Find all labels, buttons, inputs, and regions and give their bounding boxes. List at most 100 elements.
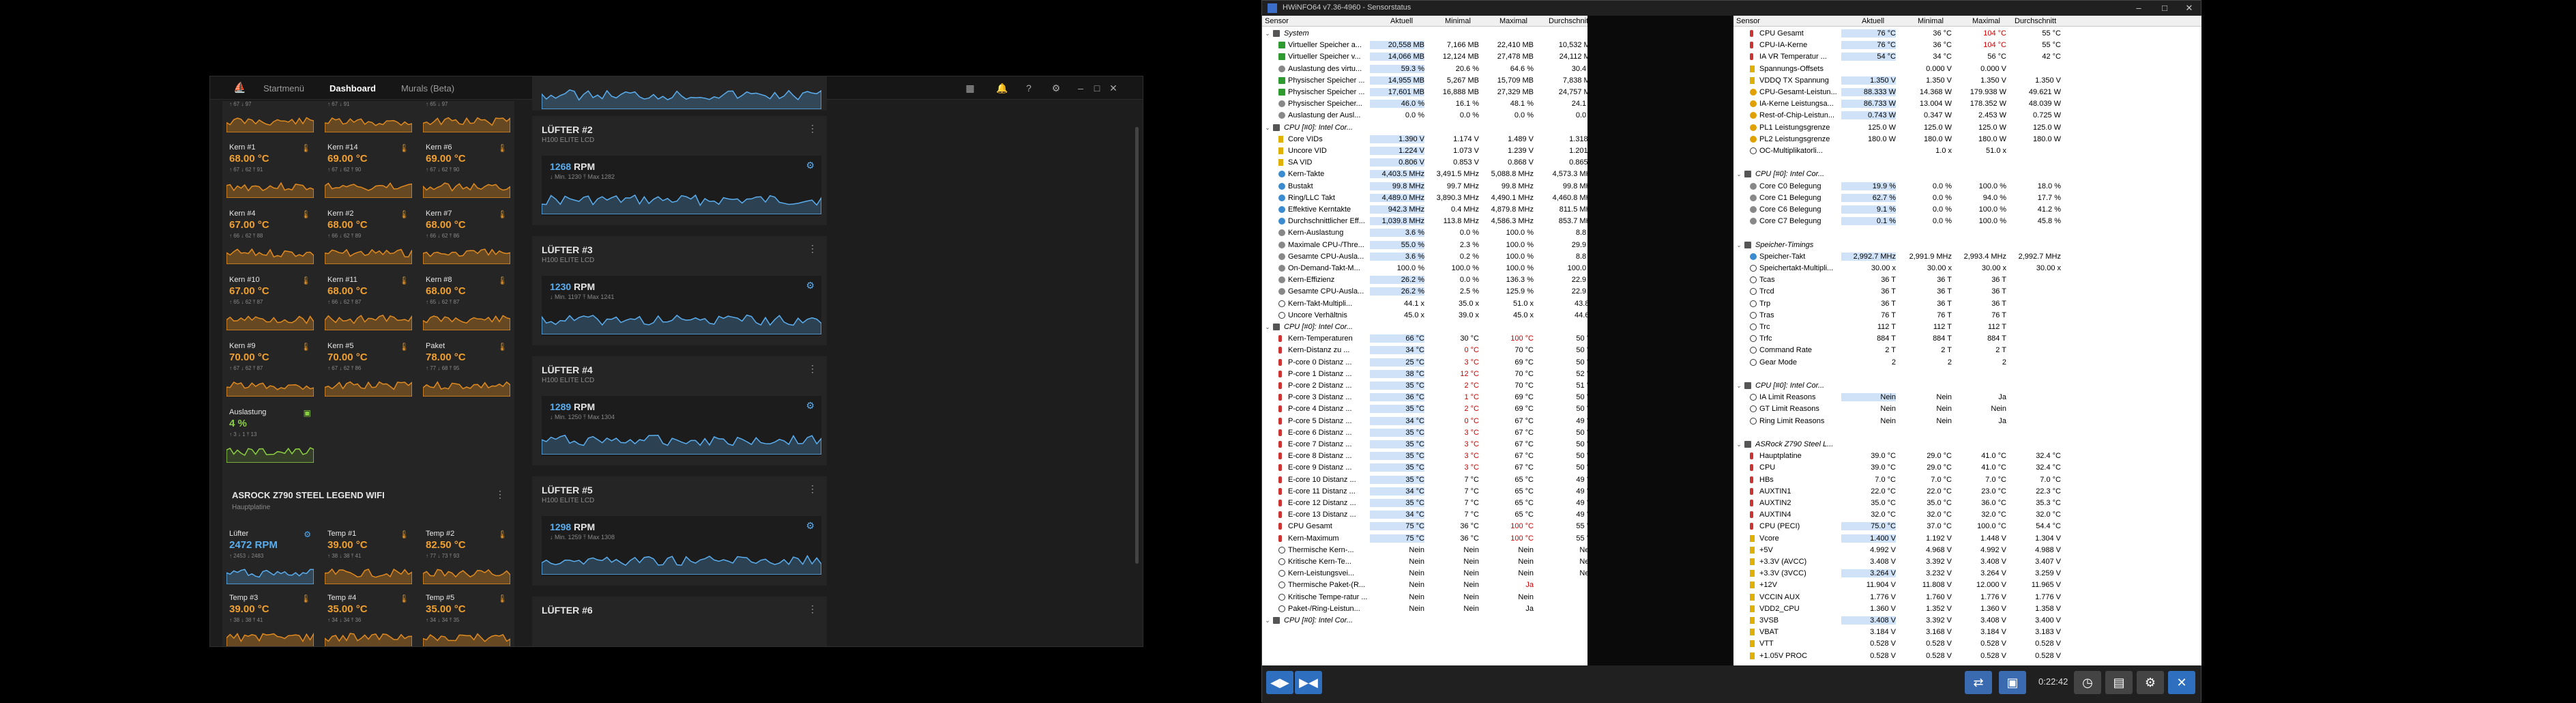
sensor-row[interactable]: Physischer Speicher... 46.0 % 16.1 % 48.1 %…	[1262, 98, 1587, 110]
report-icon[interactable]: ▤	[2105, 671, 2133, 694]
scrollbar[interactable]	[1135, 127, 1139, 564]
collapse-chevron-icon[interactable]: ⌄	[1736, 382, 1742, 390]
sensor-row[interactable]: Kern-Auslastung 3.6 % 0.0 % 100.0 % 8.8 %	[1262, 227, 1587, 239]
more-options-icon[interactable]: ⋮	[808, 123, 817, 134]
sensor-group-row[interactable]: ⌄ System	[1262, 28, 1587, 40]
gear-icon[interactable]: ⚙	[806, 400, 815, 412]
sensor-row[interactable]: +12V 11.904 V 11.808 V 12.000 V 11.965 V	[1733, 579, 2201, 591]
network-icon[interactable]: ⇄	[1965, 671, 1992, 694]
sensor-row[interactable]: PL1 Leistungsgrenze 125.0 W 125.0 W 125.0 W…	[1733, 122, 2201, 134]
sensor-row[interactable]: Kern-Distanz zu ... 34 °C 0 °C 70 °C 50 °C	[1262, 345, 1587, 356]
sensor-group-row[interactable]: ⌄ Speicher-Timings	[1733, 240, 2201, 251]
sensor-row[interactable]: Bustakt 99.8 MHz 99.7 MHz 99.8 MHz 99.8 MHz	[1262, 181, 1587, 192]
sensor-tile[interactable]: Temp #5 35.00 °C ↑ 34 ↓ 34 ⤒ 35 🌡	[423, 592, 510, 646]
fan-widget[interactable]: LÜFTER #3 H100 ELITE LCD ⋮ 1230 RPM ↓ Min. 1…	[532, 236, 827, 345]
gear-icon[interactable]: ⚙	[806, 280, 815, 291]
sensor-row[interactable]: Uncore VID 1.224 V 1.073 V 1.239 V 1.201 V	[1262, 145, 1587, 157]
sensor-row[interactable]: CPU Gesamt 76 °C 36 °C 104 °C 55 °C	[1733, 28, 2201, 40]
sensor-row[interactable]: AUXTIN2 35.0 °C 35.0 °C 36.0 °C 35.3 °C	[1733, 498, 2201, 509]
close-sensors-icon[interactable]: ✕	[2168, 671, 2195, 694]
collapse-chevron-icon[interactable]: ⌄	[1736, 171, 1742, 178]
column-header[interactable]: Aktuell	[1862, 17, 1884, 25]
sensor-row[interactable]: E-core 11 Distanz ... 34 °C 7 °C 65 °C 49 °C	[1262, 486, 1587, 498]
sensor-tile[interactable]: Auslastung 4 % ↑ 3 ↓ 1 ⤒ 13 ▣	[226, 407, 314, 465]
sensor-row[interactable]: 3VSB 3.408 V 3.392 V 3.408 V 3.400 V	[1733, 615, 2201, 627]
sensor-row[interactable]: Ring Limit Reasons Nein Nein Ja	[1733, 416, 2201, 427]
sensor-row[interactable]: Maximale CPU-/Thre... 55.0 % 2.3 % 100.0 % 2…	[1262, 240, 1587, 251]
sensor-tile[interactable]: Kern #7 68.00 °C ↑ 66 ↓ 62 ⤒ 86 🌡	[423, 208, 510, 267]
sensor-row[interactable]: HBs 7.0 °C 7.0 °C 7.0 °C 7.0 °C	[1733, 474, 2201, 486]
sensor-tile[interactable]: Temp #2 82.50 °C ↑ 77 ↓ 73 ⤒ 93 🌡	[423, 528, 510, 587]
sensor-group-row[interactable]: ⌄ CPU [#0]: Intel Cor...	[1262, 122, 1587, 134]
sensor-row[interactable]: VCCIN AUX 1.776 V 1.760 V 1.776 V 1.776 V	[1733, 592, 2201, 603]
sensor-row[interactable]: Core VIDs 1.390 V 1.174 V 1.489 V 1.318 V	[1262, 134, 1587, 145]
sensor-row[interactable]: VBAT 3.184 V 3.168 V 3.184 V 3.183 V	[1733, 627, 2201, 638]
sensor-tile[interactable]: Lüfter 2472 RPM ↑ 2453 ↓ 2483 ⚙	[226, 528, 314, 587]
column-header[interactable]: Maximal	[1499, 17, 1527, 25]
sensor-row[interactable]: Vcore 1.400 V 1.192 V 1.448 V 1.304 V	[1733, 533, 2201, 545]
gear-icon[interactable]: ⚙	[806, 520, 815, 532]
sensor-row[interactable]: Kern-Takte 4,403.5 MHz 3,491.5 MHz 5,088.8 …	[1262, 169, 1587, 180]
collapse-chevron-icon[interactable]: ⌄	[1265, 324, 1270, 331]
sensor-row[interactable]: CPU-IA-Kerne 76 °C 36 °C 104 °C 55 °C	[1733, 40, 2201, 51]
sensor-row[interactable]: Core C0 Belegung 19.9 % 0.0 % 100.0 % 18.0 %	[1733, 181, 2201, 192]
sensor-row[interactable]: Virtueller Speicher v... 14,066 MB 12,124 …	[1262, 51, 1587, 63]
collapse-chevron-icon[interactable]: ⌄	[1265, 124, 1270, 132]
sensor-row[interactable]: Core C7 Belegung 0.1 % 0.0 % 100.0 % 45.8 %	[1733, 216, 2201, 227]
sensor-row[interactable]: E-core 12 Distanz ... 35 °C 7 °C 65 °C 49 °C	[1262, 498, 1587, 509]
more-options-icon[interactable]: ⋮	[808, 363, 817, 375]
sensor-row[interactable]: Hauptplatine 39.0 °C 29.0 °C 41.0 °C 32.4 °C	[1733, 450, 2201, 462]
sensor-tile[interactable]: ↑ 67 ↓ 91	[325, 76, 412, 135]
sensor-group-row[interactable]: ⌄ CPU [#0]: Intel Cor...	[1733, 169, 2201, 180]
sensor-group-row[interactable]: ⌄ CPU [#0]: Intel Cor...	[1733, 380, 2201, 392]
sensor-row[interactable]: Trcd 36 T 36 T 36 T	[1733, 286, 2201, 298]
sensor-row[interactable]: E-core 9 Distanz ... 35 °C 3 °C 67 °C 50 °C	[1262, 462, 1587, 474]
sensor-row[interactable]: Gesamte CPU-Ausla... 26.2 % 2.5 % 125.9 % 22…	[1262, 286, 1587, 298]
sensor-tile[interactable]: Kern #1 68.00 °C ↑ 67 ↓ 62 ⤒ 91 🌡	[226, 142, 314, 201]
sensor-row[interactable]: Trp 36 T 36 T 36 T	[1733, 298, 2201, 310]
sensor-row[interactable]: P-core 1 Distanz ... 38 °C 12 °C 70 °C 52 °C	[1262, 369, 1587, 380]
sensor-row[interactable]: IA-Kerne Leistungsa... 86.733 W 13.004 W 17…	[1733, 98, 2201, 110]
sensor-row[interactable]: Speichertakt-Multipli... 30.00 x 30.00 x 30…	[1733, 263, 2201, 274]
sensor-row[interactable]: Command Rate 2 T 2 T 2 T	[1733, 345, 2201, 356]
fan-widget-partial[interactable]	[532, 76, 827, 111]
column-header[interactable]: Durchschnitt	[1549, 17, 1587, 25]
sensor-row[interactable]: Physischer Speicher ... 17,601 MB 16,888 M…	[1262, 87, 1587, 98]
sensor-group-row[interactable]: ⌄ CPU [#0]: Intel Cor...	[1262, 615, 1587, 627]
sensor-tile[interactable]: Kern #4 67.00 °C ↑ 66 ↓ 62 ⤒ 88 🌡	[226, 208, 314, 267]
sensor-tile[interactable]: ↑ 67 ↓ 97	[226, 76, 314, 135]
sensor-row[interactable]: IA Limit Reasons Nein Nein Ja	[1733, 392, 2201, 403]
sensor-row[interactable]: Auslastung der Ausl... 0.0 % 0.0 % 0.0 % 0.0…	[1262, 110, 1587, 121]
sensor-tile[interactable]: Kern #5 70.00 °C ↑ 67 ↓ 62 ⤒ 86 🌡	[325, 341, 412, 399]
sensor-row[interactable]: Speicher-Takt 2,992.7 MHz 2,991.9 MHz 2,993…	[1733, 251, 2201, 263]
sensor-row[interactable]: Trc 112 T 112 T 112 T	[1733, 321, 2201, 333]
sensor-row[interactable]: AUXTIN4 32.0 °C 32.0 °C 32.0 °C 32.0 °C	[1733, 509, 2201, 521]
monitor-icon[interactable]: ▣	[1999, 671, 2026, 694]
sensor-row[interactable]: Core C1 Belegung 62.7 % 0.0 % 94.0 % 17.7 %	[1733, 192, 2201, 204]
sensor-row[interactable]: P-core 2 Distanz ... 35 °C 2 °C 70 °C 51 °C	[1262, 380, 1587, 392]
sensor-row[interactable]: E-core 7 Distanz ... 35 °C 3 °C 67 °C 50 °C	[1262, 439, 1587, 450]
maximize-icon[interactable]: □	[2154, 2, 2175, 14]
sensor-row[interactable]: Tras 76 T 76 T 76 T	[1733, 310, 2201, 321]
maximize-icon[interactable]: □	[1092, 83, 1102, 94]
collapse-chevron-icon[interactable]: ⌄	[1736, 242, 1742, 249]
gear-icon[interactable]: ⚙	[806, 160, 815, 171]
sensor-group-row[interactable]: ⌄ CPU [#0]: Intel Cor...	[1262, 321, 1587, 333]
prev-arrows-icon[interactable]: ◀▶	[1266, 671, 1293, 694]
sensor-row[interactable]: GT Limit Reasons Nein Nein Nein	[1733, 403, 2201, 415]
fan-widget[interactable]: LÜFTER #5 H100 ELITE LCD ⋮ 1298 RPM ↓ Min. 1…	[532, 476, 827, 586]
sensor-row[interactable]: +3.3V (3VCC) 3.264 V 3.232 V 3.264 V 3.259 V	[1733, 568, 2201, 579]
sensor-row[interactable]: VTT 0.528 V 0.528 V 0.528 V 0.528 V	[1733, 638, 2201, 650]
column-header[interactable]: Durchschnitt	[2015, 17, 2056, 25]
help-icon[interactable]: ?	[1023, 83, 1034, 94]
column-header[interactable]: Minimal	[1918, 17, 1944, 25]
sensor-row[interactable]: VDDQ TX Spannung 1.350 V 1.350 V 1.350 V 1.3…	[1733, 75, 2201, 87]
clock-icon[interactable]: ◷	[2074, 671, 2101, 694]
sensor-row[interactable]: P-core 0 Distanz ... 25 °C 3 °C 69 °C 50 °C	[1262, 357, 1587, 369]
column-header[interactable]: Sensor	[1736, 17, 1760, 25]
collapse-chevron-icon[interactable]: ⌄	[1265, 617, 1270, 625]
sensor-row[interactable]: CPU Gesamt 75 °C 36 °C 100 °C 55 °C	[1262, 521, 1587, 532]
sensor-tile[interactable]: Kern #2 68.00 °C ↑ 66 ↓ 62 ⤒ 89 🌡	[325, 208, 412, 267]
minimize-icon[interactable]: –	[1075, 83, 1086, 94]
column-header[interactable]: Sensor	[1265, 17, 1289, 25]
